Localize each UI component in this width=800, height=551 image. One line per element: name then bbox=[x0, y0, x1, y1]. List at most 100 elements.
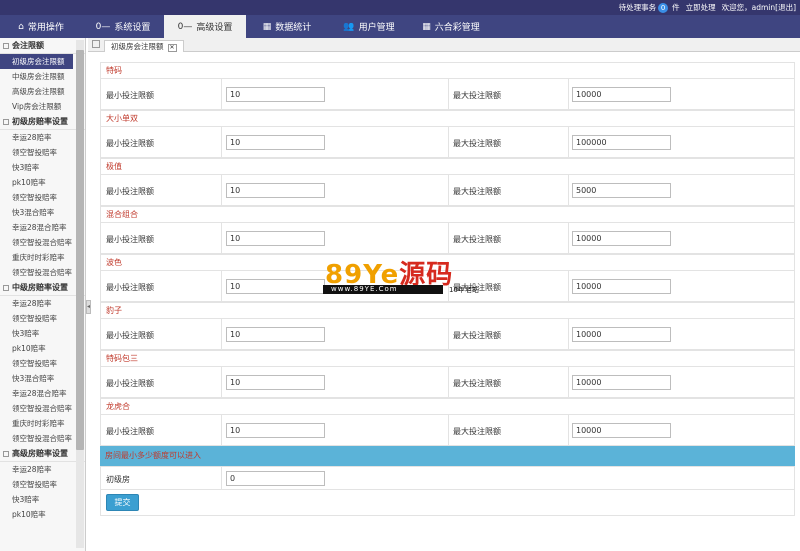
users-icon: 👥 bbox=[343, 21, 355, 32]
min-limit-input[interactable] bbox=[226, 423, 325, 438]
max-limit-input[interactable] bbox=[572, 423, 671, 438]
nav-label: 数据统计 bbox=[275, 23, 312, 33]
sidebar-item[interactable]: 幸运28赔率 bbox=[0, 130, 85, 145]
key-icon: 0— bbox=[177, 21, 193, 32]
min-limit-label: 最小投注限额 bbox=[106, 331, 154, 340]
nav-label: 系统设置 bbox=[114, 23, 151, 33]
max-limit-input[interactable] bbox=[572, 327, 671, 342]
sidebar-item[interactable]: pk10赔率 bbox=[0, 175, 85, 190]
watermark-tag: 10年老站 bbox=[449, 286, 479, 294]
entry-section-title: 房间最小多少额度可以进入 bbox=[100, 446, 795, 466]
sidebar-item[interactable]: 领空智投赔率 bbox=[0, 190, 85, 205]
sidebar-item[interactable]: 快3赔率 bbox=[0, 160, 85, 175]
sidebar-item[interactable]: 幸运28赔率 bbox=[0, 296, 85, 311]
pending-unit: 件 bbox=[672, 3, 680, 12]
sidebar-item[interactable]: pk10赔率 bbox=[0, 507, 85, 522]
handle-now-link[interactable]: 立即处理 bbox=[686, 2, 716, 13]
min-limit-input[interactable] bbox=[226, 375, 325, 390]
sidebar-item[interactable]: 快3混合赔率 bbox=[0, 205, 85, 220]
min-limit-input[interactable] bbox=[226, 327, 325, 342]
nav-common[interactable]: ⌂ 常用操作 bbox=[0, 15, 82, 38]
nav-statistics[interactable]: ▦ 数据统计 bbox=[246, 15, 328, 38]
sidebar-item[interactable]: 初级房会注限额 bbox=[0, 54, 73, 69]
nav-lottery-management[interactable]: ▦ 六合彩管理 bbox=[410, 15, 492, 38]
nav-label: 常用操作 bbox=[27, 23, 64, 33]
min-limit-label: 最小投注限额 bbox=[106, 235, 154, 244]
max-limit-input[interactable] bbox=[572, 375, 671, 390]
sidebar-item[interactable]: 领空智投混合赔率 bbox=[0, 265, 85, 280]
min-limit-input[interactable] bbox=[226, 183, 325, 198]
sidebar-item[interactable]: 中级房会注限额 bbox=[0, 69, 85, 84]
sidebar-group-senior-odds[interactable]: 高级房赔率设置 bbox=[0, 446, 85, 462]
sidebar-group-junior-odds[interactable]: 初级房赔率设置 bbox=[0, 114, 85, 130]
entry-amount-input[interactable] bbox=[226, 471, 325, 486]
limit-row: 最小投注限额 最大投注限额 bbox=[100, 318, 795, 350]
max-limit-label: 最大投注限额 bbox=[453, 139, 501, 148]
pending-count-badge: 0 bbox=[658, 2, 669, 13]
section-title: 特码 bbox=[100, 62, 795, 78]
limit-row: 最小投注限额 最大投注限额 bbox=[100, 222, 795, 254]
min-limit-label: 最小投注限额 bbox=[106, 187, 154, 196]
sidebar-item[interactable]: 快3赔率 bbox=[0, 326, 85, 341]
min-limit-input[interactable] bbox=[226, 135, 325, 150]
sidebar-toggle[interactable]: ◂ bbox=[86, 300, 91, 314]
sidebar-item[interactable]: 领空智投赔率 bbox=[0, 145, 85, 160]
limit-row: 最小投注限额 最大投注限额 bbox=[100, 174, 795, 206]
sidebar-item[interactable]: Vip房会注限额 bbox=[0, 99, 85, 114]
collapse-icon bbox=[3, 119, 9, 125]
min-limit-label: 最小投注限额 bbox=[106, 427, 154, 436]
sidebar-item[interactable]: 领空智投混合赔率 bbox=[0, 401, 85, 416]
min-limit-input[interactable] bbox=[226, 231, 325, 246]
submit-button[interactable]: 提交 bbox=[106, 494, 139, 511]
sidebar-item[interactable]: 重庆时时彩赔率 bbox=[0, 416, 85, 431]
collapse-icon bbox=[3, 43, 9, 49]
sidebar-item[interactable]: 领空智投赔率 bbox=[0, 311, 85, 326]
max-limit-input[interactable] bbox=[572, 135, 671, 150]
tab-bet-limit[interactable]: 初级房会注限额 ✕ bbox=[104, 40, 184, 52]
sidebar-item[interactable]: 快3混合赔率 bbox=[0, 371, 85, 386]
limit-row: 最小投注限额 最大投注限额 bbox=[100, 366, 795, 398]
max-limit-label: 最大投注限额 bbox=[453, 427, 501, 436]
max-limit-input[interactable] bbox=[572, 279, 671, 294]
sidebar-item[interactable]: 快3赔率 bbox=[0, 492, 85, 507]
nav-system-settings[interactable]: 0— 系统设置 bbox=[82, 15, 164, 38]
sidebar-item[interactable]: 幸运28混合赔率 bbox=[0, 386, 85, 401]
nav-user-management[interactable]: 👥 用户管理 bbox=[328, 15, 410, 38]
logout-link[interactable]: [退出] bbox=[775, 2, 796, 13]
grid-icon: ▦ bbox=[422, 21, 431, 32]
sidebar-scroll-thumb[interactable] bbox=[76, 50, 84, 450]
sidebar-group-middle-odds[interactable]: 中级房赔率设置 bbox=[0, 280, 85, 296]
min-limit-label: 最小投注限额 bbox=[106, 379, 154, 388]
key-icon: 0— bbox=[95, 21, 111, 32]
sidebar-group-bet-limit[interactable]: 会注限额 bbox=[0, 38, 85, 54]
limit-row: 最小投注限额 最大投注限额 bbox=[100, 126, 795, 158]
sidebar-item[interactable]: 高级房会注限额 bbox=[0, 84, 85, 99]
sidebar-item[interactable]: 重庆时时彩赔率 bbox=[0, 250, 85, 265]
welcome-text: 欢迎您，admin bbox=[721, 3, 776, 12]
min-limit-label: 最小投注限额 bbox=[106, 139, 154, 148]
sidebar-item[interactable]: 领空智投赔率 bbox=[0, 477, 85, 492]
min-limit-label: 最小投注限额 bbox=[106, 283, 154, 292]
home-icon[interactable] bbox=[92, 40, 100, 48]
entry-row: 初级房 bbox=[100, 466, 795, 490]
max-limit-input[interactable] bbox=[572, 87, 671, 102]
grid-icon: ▦ bbox=[262, 21, 272, 32]
collapse-icon bbox=[3, 285, 9, 291]
max-limit-input[interactable] bbox=[572, 183, 671, 198]
min-limit-input[interactable] bbox=[226, 279, 325, 294]
section-title: 豹子 bbox=[100, 302, 795, 318]
section-title: 特码包三 bbox=[100, 350, 795, 366]
watermark-site: www.89YE.Com bbox=[323, 285, 443, 294]
max-limit-input[interactable] bbox=[572, 231, 671, 246]
sidebar-item[interactable]: 幸运28混合赔率 bbox=[0, 220, 85, 235]
sidebar-item[interactable]: 领空智投赔率 bbox=[0, 356, 85, 371]
sidebar-item[interactable]: 幸运28赔率 bbox=[0, 462, 85, 477]
section-title: 龙虎合 bbox=[100, 398, 795, 414]
nav-advanced-settings[interactable]: 0— 高级设置 bbox=[164, 15, 246, 38]
sidebar-item[interactable]: pk10赔率 bbox=[0, 341, 85, 356]
sidebar-item[interactable]: 领空智投混合赔率 bbox=[0, 235, 85, 250]
sidebar-item[interactable]: 领空智投混合赔率 bbox=[0, 431, 85, 446]
nav-label: 用户管理 bbox=[358, 23, 395, 33]
close-icon[interactable]: ✕ bbox=[167, 44, 177, 52]
min-limit-input[interactable] bbox=[226, 87, 325, 102]
